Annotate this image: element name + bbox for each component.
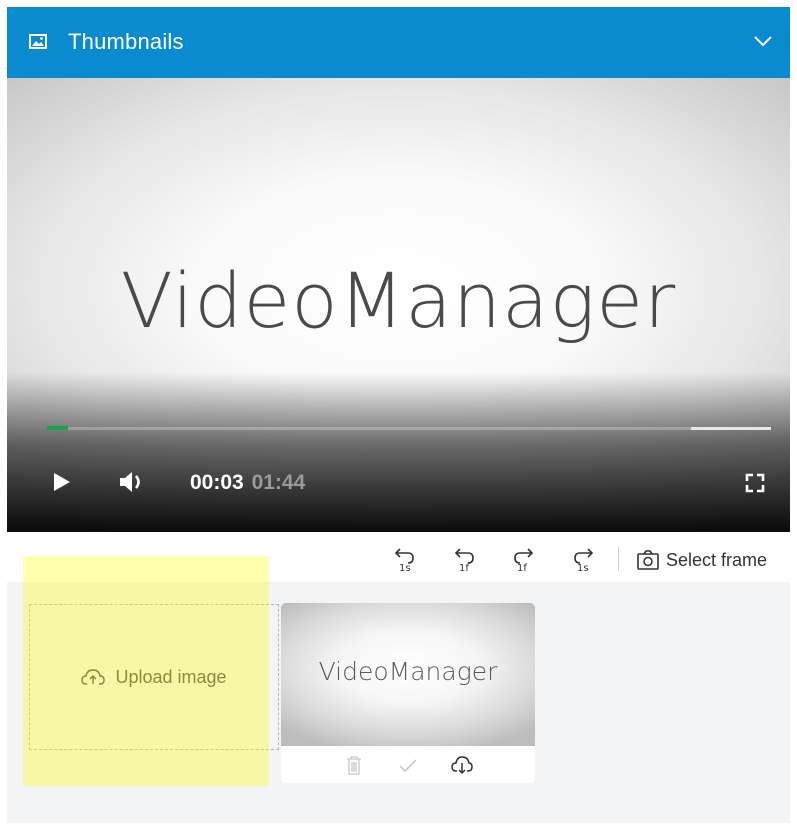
- thumbnail-actions: [281, 746, 535, 783]
- upload-image-label: Upload image: [115, 666, 227, 687]
- rewind-1f-icon[interactable]: 1f: [452, 545, 476, 573]
- fullscreen-icon[interactable]: [745, 473, 765, 493]
- video-frame-text: VideoManager: [120, 256, 677, 345]
- frame-toolbar: 1s 1f 1f 1s Select frame: [7, 532, 790, 582]
- select-frame-label: Select frame: [666, 549, 768, 570]
- image-icon: [29, 34, 47, 49]
- upload-image-dropzone[interactable]: Upload image: [29, 604, 279, 750]
- buffered-bar: [691, 427, 771, 430]
- volume-icon[interactable]: [119, 471, 147, 493]
- camera-icon: [637, 550, 659, 570]
- panel-title: Thumbnails: [68, 29, 184, 54]
- current-time: 00:03: [190, 471, 244, 494]
- duration: 01:44: [251, 471, 306, 494]
- video-player[interactable]: VideoManager 00:03 01:44: [7, 78, 790, 532]
- svg-text:1s: 1s: [577, 563, 589, 573]
- thumbnail-image[interactable]: VideoManager: [281, 603, 535, 746]
- thumbnail-card: VideoManager: [281, 603, 535, 783]
- svg-text:1s: 1s: [399, 563, 411, 573]
- progress-fill: [47, 426, 68, 430]
- rewind-1s-icon[interactable]: 1s: [392, 545, 416, 573]
- forward-1s-icon[interactable]: 1s: [572, 545, 596, 573]
- svg-text:1f: 1f: [459, 563, 469, 573]
- cloud-upload-icon: [81, 669, 106, 685]
- select-frame-button[interactable]: Select frame: [637, 548, 767, 572]
- check-icon[interactable]: [397, 754, 419, 776]
- controls-gradient: [7, 372, 790, 532]
- player-controls: 00:03 01:44: [7, 463, 790, 503]
- svg-text:1f: 1f: [517, 563, 527, 573]
- cloud-download-icon[interactable]: [451, 754, 473, 776]
- trash-icon[interactable]: [343, 754, 365, 776]
- toolbar-divider: [618, 547, 619, 571]
- play-icon[interactable]: [53, 472, 71, 492]
- chevron-down-icon[interactable]: [754, 35, 772, 47]
- seek-bar[interactable]: [47, 426, 771, 430]
- thumbnail-frame-text: VideoManager: [318, 657, 498, 686]
- forward-1f-icon[interactable]: 1f: [512, 545, 536, 573]
- time-display: 00:03 01:44: [190, 471, 305, 495]
- panel-header[interactable]: Thumbnails: [7, 7, 790, 78]
- thumbnails-panel: Thumbnails VideoManager 00:03 01:44 1s 1…: [7, 7, 790, 823]
